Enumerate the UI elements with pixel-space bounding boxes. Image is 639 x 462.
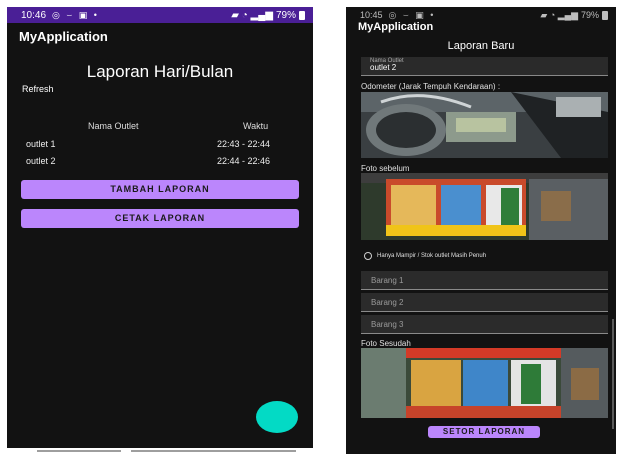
outlet-name-value: outlet 2 [370,63,397,72]
app-title: MyApplication [19,29,108,44]
just-visiting-label: Hanya Mampir / Stok outlet Masih Penuh [377,253,487,259]
nav-home-icon[interactable] [131,450,215,452]
battery-icon [299,10,305,20]
item-3-input[interactable]: Barang 3 [361,315,608,334]
signal-icon: ▰ ◔ ▂▄▆ [231,9,273,21]
just-visiting-option[interactable]: Hanya Mampir / Stok outlet Masih Penuh [364,252,486,260]
photo-after-label: Foto Sesudah [361,339,411,348]
odometer-photo[interactable] [361,92,608,158]
photo-before-label: Foto sebelum [361,164,410,173]
status-right: ▰ ◔ ▂▄▆ 79% [540,10,608,21]
notification-icons: ◎ ⌣ ▣ • [52,9,99,20]
status-time: 10:45 [360,10,383,20]
odometer-label: Odometer (Jarak Tempuh Kendaraan) : [361,82,501,91]
nav-recents-icon[interactable] [212,450,296,452]
add-report-button[interactable]: TAMBAH LAPORAN [21,180,299,199]
odometer-image [361,92,608,158]
outlet-time: 22:43 - 22:44 [217,139,271,149]
print-report-button[interactable]: CETAK LAPORAN [21,209,299,228]
notification-icons: ◎ ⌣ ▣ • [388,9,436,20]
outlet-name: outlet 2 [26,156,56,166]
photo-after[interactable] [361,348,608,418]
refresh-button[interactable]: Refresh [22,84,54,94]
scrollbar[interactable] [612,319,614,429]
navigation-bar [7,448,313,454]
table-row[interactable]: outlet 2 22:44 - 22:46 [7,156,313,172]
photo-after-image [361,348,608,418]
column-header-outlet: Nama Outlet [88,121,139,131]
battery-percent: 79% [275,9,296,21]
add-fab-button[interactable] [256,401,298,433]
nav-back-icon[interactable] [37,450,121,452]
app-title: MyApplication [358,21,434,33]
status-right: ▰ ◔ ▂▄▆ 79% [231,10,305,21]
outlet-name-field[interactable]: Nama Outlet outlet 2 [361,57,608,76]
status-time: 10:46 [21,9,47,21]
page-title: Laporan Hari/Bulan [86,62,234,81]
photo-before-image [361,173,608,240]
submit-report-button[interactable]: SETOR LAPORAN [428,426,540,438]
status-bar: 10:46 ◎ ⌣ ▣ • ▰ ◔ ▂▄▆ 79% [7,7,313,23]
radio-button-icon[interactable] [364,252,372,260]
report-list-screen: 10:46 ◎ ⌣ ▣ • ▰ ◔ ▂▄▆ 79% MyApplication … [7,7,313,454]
item-2-input[interactable]: Barang 2 [361,293,608,312]
signal-icon: ▰ ◔ ▂▄▆ [540,9,578,20]
page-title: Laporan Baru [447,40,515,52]
outlet-name: outlet 1 [26,139,56,149]
table-row[interactable]: outlet 1 22:43 - 22:44 [7,139,313,155]
battery-percent: 79% [580,10,599,20]
battery-icon [602,10,608,20]
column-header-time: Waktu [243,121,269,131]
item-1-input[interactable]: Barang 1 [361,271,608,290]
new-report-screen: 10:45 ◎ ⌣ ▣ • ▰ ◔ ▂▄▆ 79% MyApplication … [346,7,616,454]
outlet-time: 22:44 - 22:46 [217,156,271,166]
photo-before[interactable] [361,173,608,240]
